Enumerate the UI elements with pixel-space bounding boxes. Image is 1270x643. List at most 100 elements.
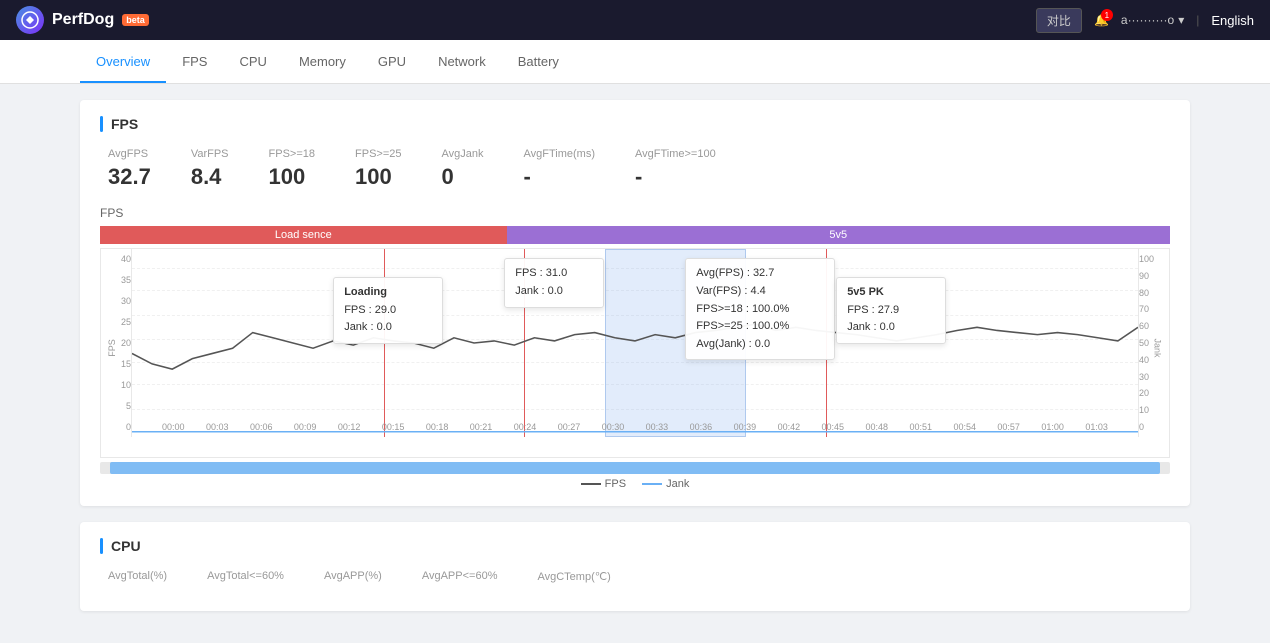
fps-chart-label: FPS xyxy=(100,206,1170,220)
cpu-stats-row: AvgTotal(%) AvgTotal<=60% AvgAPP(%) AvgA… xyxy=(100,570,1170,587)
stat-fps18: FPS>=18 100 xyxy=(269,148,315,190)
stat-avgapp-label: AvgAPP(%) xyxy=(324,570,382,582)
stat-fps25-label: FPS>=25 xyxy=(355,148,401,160)
header-left: PerfDog beta xyxy=(16,6,149,34)
tooltip-middle-jank: Jank : 0.0 xyxy=(515,283,593,301)
tooltip-middle-fps: FPS : 31.0 xyxy=(515,265,593,283)
nav-network[interactable]: Network xyxy=(422,42,502,83)
nav-fps[interactable]: FPS xyxy=(166,42,223,83)
nav-battery[interactable]: Battery xyxy=(502,42,575,83)
cpu-section: CPU AvgTotal(%) AvgTotal<=60% AvgAPP(%) … xyxy=(80,522,1190,611)
stat-avgctemp-label: AvgCTemp(℃) xyxy=(537,570,610,583)
stat-avgtotal-label: AvgTotal(%) xyxy=(108,570,167,582)
stat-avgtotal: AvgTotal(%) xyxy=(108,570,167,587)
stat-avgjank: AvgJank 0 xyxy=(442,148,484,190)
nav-overview[interactable]: Overview xyxy=(80,42,166,83)
legend-fps-line xyxy=(581,483,601,485)
header-right: 对比 🔔 1 a··········o ▾ | English xyxy=(1036,8,1254,33)
stat-avgctemp: AvgCTemp(℃) xyxy=(537,570,610,587)
stat-avgjank-label: AvgJank xyxy=(442,148,484,160)
main-content: FPS AvgFPS 32.7 VarFPS 8.4 FPS>=18 100 F… xyxy=(0,84,1270,643)
segment-bar: Load sence 5v5 xyxy=(100,226,1170,244)
tooltip-loading-jank: Jank : 0.0 xyxy=(344,319,432,337)
tooltip-sel-avgjank: Avg(Jank) : 0.0 xyxy=(696,336,824,354)
chart-scrollbar[interactable] xyxy=(100,462,1170,474)
stat-avgftime-label: AvgFTime(ms) xyxy=(524,148,596,160)
legend-jank-label: Jank xyxy=(666,478,689,490)
tooltip-pvp-fps: FPS : 27.9 xyxy=(847,302,935,320)
nav-gpu[interactable]: GPU xyxy=(362,42,422,83)
stat-avgapp60-label: AvgAPP<=60% xyxy=(422,570,498,582)
fps-section: FPS AvgFPS 32.7 VarFPS 8.4 FPS>=18 100 F… xyxy=(80,100,1190,506)
stat-varfps-value: 8.4 xyxy=(191,164,229,190)
stat-varfps: VarFPS 8.4 xyxy=(191,148,229,190)
divider: | xyxy=(1196,13,1199,27)
tooltip-pvp-jank: Jank : 0.0 xyxy=(847,319,935,337)
jank-y-label: Jank xyxy=(1152,338,1162,357)
fps-y-label: FPS xyxy=(107,339,117,357)
stat-fps25: FPS>=25 100 xyxy=(355,148,401,190)
tooltip-loading: Loading FPS : 29.0 Jank : 0.0 xyxy=(333,277,443,344)
tooltip-selection: Avg(FPS) : 32.7 Var(FPS) : 4.4 FPS>=18 :… xyxy=(685,258,835,360)
x-axis: 00:00 00:03 00:06 00:09 00:12 00:15 00:1… xyxy=(162,417,1108,437)
stat-avgapp60: AvgAPP<=60% xyxy=(422,570,498,587)
chart-inner: Loading FPS : 29.0 Jank : 0.0 FPS : 31.0… xyxy=(131,249,1139,437)
language-selector[interactable]: English xyxy=(1211,13,1254,28)
bell-icon[interactable]: 🔔 1 xyxy=(1094,13,1109,27)
chevron-down-icon: ▾ xyxy=(1178,13,1184,27)
segment-5v5: 5v5 xyxy=(507,226,1170,244)
tooltip-sel-fps18: FPS>=18 : 100.0% xyxy=(696,301,824,319)
header: PerfDog beta 对比 🔔 1 a··········o ▾ | Eng… xyxy=(0,0,1270,40)
cpu-title: CPU xyxy=(100,538,1170,554)
stat-varfps-label: VarFPS xyxy=(191,148,229,160)
legend-fps: FPS xyxy=(581,478,626,490)
nav-cpu[interactable]: CPU xyxy=(223,42,282,83)
fps-title-text: FPS xyxy=(111,116,138,132)
tooltip-sel-fps25: FPS>=25 : 100.0% xyxy=(696,318,824,336)
stat-avgapp: AvgAPP(%) xyxy=(324,570,382,587)
stat-fps18-label: FPS>=18 xyxy=(269,148,315,160)
segment-load: Load sence xyxy=(100,226,507,244)
stat-avgftime: AvgFTime(ms) - xyxy=(524,148,596,190)
user-menu[interactable]: a··········o ▾ xyxy=(1121,13,1184,27)
notification-badge: 1 xyxy=(1101,9,1113,21)
legend-jank: Jank xyxy=(642,478,689,490)
cpu-title-text: CPU xyxy=(111,538,141,554)
tooltip-loading-title: Loading xyxy=(344,284,432,302)
stat-avgfps-label: AvgFPS xyxy=(108,148,151,160)
fps-title: FPS xyxy=(100,116,1170,132)
stat-avgftime100-label: AvgFTime>=100 xyxy=(635,148,716,160)
beta-badge: beta xyxy=(122,14,149,26)
user-label: a··········o xyxy=(1121,13,1174,27)
tooltip-middle: FPS : 31.0 Jank : 0.0 xyxy=(504,258,604,307)
stat-avgfps: AvgFPS 32.7 xyxy=(108,148,151,190)
scrollbar-track xyxy=(110,462,1160,474)
stat-avgtotal60-label: AvgTotal<=60% xyxy=(207,570,284,582)
stat-avgftime100-value: - xyxy=(635,164,716,190)
stat-avgtotal60: AvgTotal<=60% xyxy=(207,570,284,587)
tooltip-pvp: 5v5 PK FPS : 27.9 Jank : 0.0 xyxy=(836,277,946,344)
app-name: PerfDog xyxy=(52,11,114,29)
fps-stats-row: AvgFPS 32.7 VarFPS 8.4 FPS>=18 100 FPS>=… xyxy=(100,148,1170,190)
stat-avgfps-value: 32.7 xyxy=(108,164,151,190)
compare-button[interactable]: 对比 xyxy=(1036,8,1082,33)
tooltip-pvp-title: 5v5 PK xyxy=(847,284,935,302)
stat-avgftime-value: - xyxy=(524,164,596,190)
stat-avgjank-value: 0 xyxy=(442,164,484,190)
legend-jank-line xyxy=(642,483,662,485)
tooltip-sel-avgfps: Avg(FPS) : 32.7 xyxy=(696,265,824,283)
tooltip-sel-varfps: Var(FPS) : 4.4 xyxy=(696,283,824,301)
stat-avgftime100: AvgFTime>=100 - xyxy=(635,148,716,190)
title-bar-accent xyxy=(100,116,103,132)
nav-memory[interactable]: Memory xyxy=(283,42,362,83)
chart-svg xyxy=(132,249,1138,437)
stat-fps18-value: 100 xyxy=(269,164,315,190)
cpu-title-bar-accent xyxy=(100,538,103,554)
logo-icon xyxy=(16,6,44,34)
tooltip-loading-fps: FPS : 29.0 xyxy=(344,302,432,320)
legend-fps-label: FPS xyxy=(605,478,626,490)
chart-legend: FPS Jank xyxy=(100,478,1170,490)
stat-fps25-value: 100 xyxy=(355,164,401,190)
nav-bar: Overview FPS CPU Memory GPU Network Batt… xyxy=(0,40,1270,84)
fps-chart[interactable]: 40 35 30 25 20 15 10 5 0 xyxy=(100,248,1170,458)
